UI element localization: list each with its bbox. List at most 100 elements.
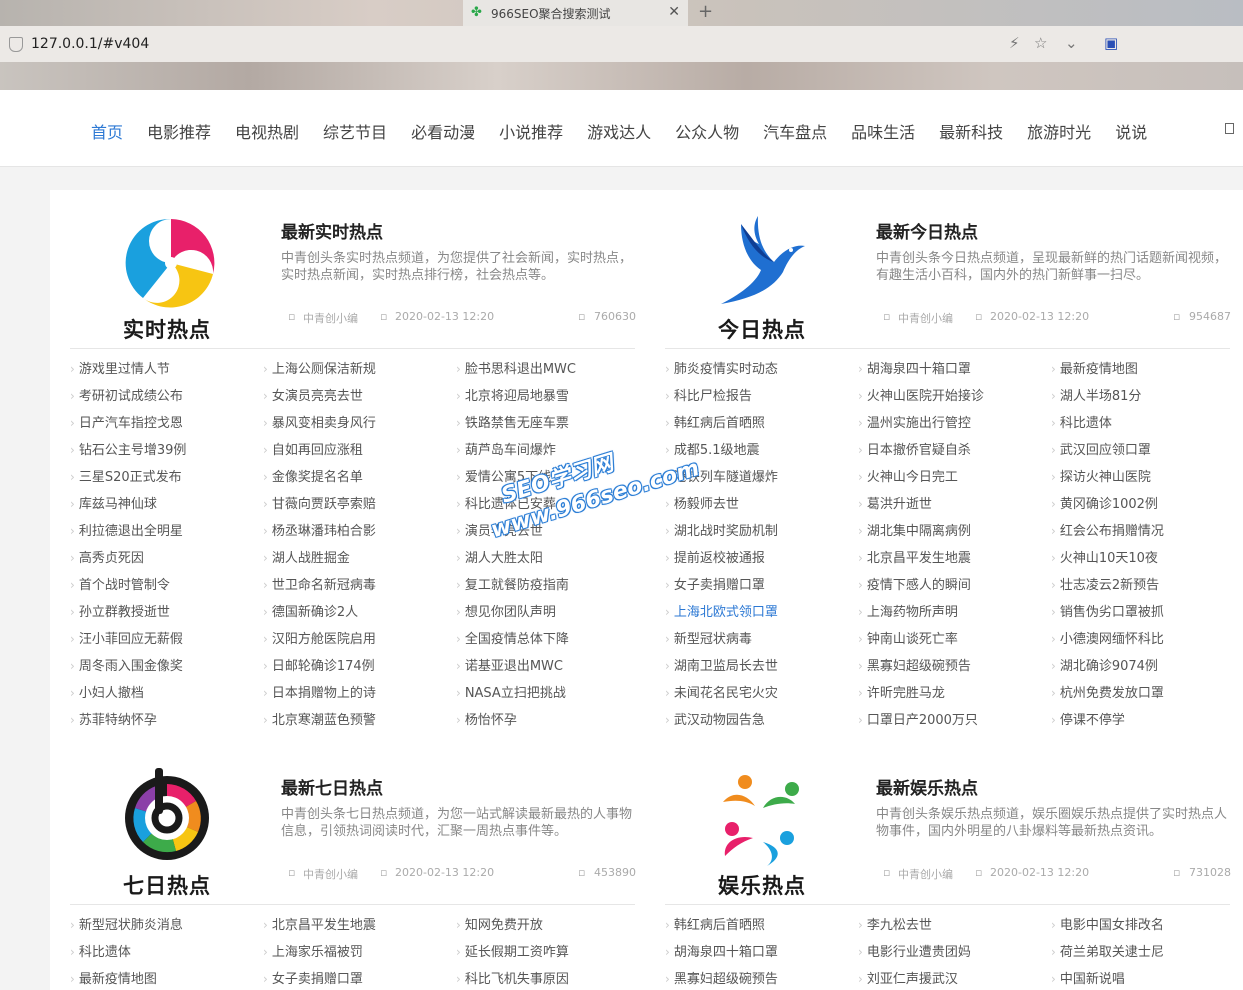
hot-link[interactable]: 自如再回应涨租	[263, 439, 363, 458]
hot-link[interactable]: 上海药物所声明	[858, 601, 958, 620]
hot-link[interactable]: 上海家乐福被罚	[263, 941, 363, 960]
hot-link[interactable]: 许昕完胜马龙	[858, 682, 945, 701]
nav-item-travel[interactable]: 旅游时光	[1027, 119, 1091, 143]
hot-link[interactable]: 苏菲特纳怀孕	[70, 709, 157, 728]
hot-link[interactable]: 高秀贞死因	[70, 547, 144, 566]
hot-link[interactable]: 湖北确诊9074例	[1051, 655, 1158, 674]
realtime-logo[interactable]: 实时热点	[50, 190, 260, 342]
hot-link[interactable]: 电影中国女排改名	[1051, 914, 1164, 933]
nav-item-home[interactable]: 首页	[91, 119, 123, 143]
hot-link[interactable]: 诺基亚退出MWC	[456, 655, 563, 674]
hot-link[interactable]: 火神山10天10夜	[1051, 547, 1158, 566]
hot-link[interactable]: 口罩日产2000万只	[858, 709, 978, 728]
nav-item-games[interactable]: 游戏达人	[587, 119, 651, 143]
today-logo[interactable]: 今日热点	[645, 190, 855, 342]
hot-link[interactable]: 游戏里过情人节	[70, 358, 170, 377]
hot-link[interactable]: 周冬雨入围金像奖	[70, 655, 183, 674]
hot-link[interactable]: 汉阳方舱医院启用	[263, 628, 376, 647]
hot-link[interactable]: 刘亚仁声援武汉	[858, 968, 958, 987]
hot-link[interactable]: 武汉动物园告急	[665, 709, 765, 728]
block-title[interactable]: 最新七日热点	[281, 774, 383, 799]
hot-link[interactable]: 胡海泉四十箱口罩	[665, 941, 778, 960]
hot-link[interactable]: 小德澳网缅怀科比	[1051, 628, 1164, 647]
hot-link[interactable]: 考研初试成绩公布	[70, 385, 183, 404]
nav-item-tech[interactable]: 最新科技	[939, 119, 1003, 143]
hot-link[interactable]: 德国新确诊2人	[263, 601, 358, 620]
browser-tab[interactable]: ✤ 966SEO聚合搜索测试 ✕	[463, 0, 688, 26]
paw-icon[interactable]: ▣	[1104, 34, 1118, 52]
hot-link[interactable]: 湖人战胜掘金	[263, 547, 350, 566]
hot-link[interactable]: 探访火神山医院	[1051, 466, 1151, 485]
hot-link[interactable]: 科比遗体	[70, 941, 131, 960]
hot-link[interactable]: 北京寒潮蓝色预警	[263, 709, 376, 728]
hot-link[interactable]: 钻石公主号增39例	[70, 439, 187, 458]
hot-link[interactable]: 利拉德退出全明星	[70, 520, 183, 539]
hot-link[interactable]: 汪小菲回应无薪假	[70, 628, 183, 647]
hot-link[interactable]: 黄冈确诊1002例	[1051, 493, 1158, 512]
hot-link[interactable]: 甘薇向贾跃亭索赔	[263, 493, 376, 512]
hot-link[interactable]: 韩红病后首晒照	[665, 914, 765, 933]
hot-link[interactable]: 湖北集中隔离病例	[858, 520, 971, 539]
hot-link[interactable]: 提前返校被通报	[665, 547, 765, 566]
hot-link[interactable]: 暴风变相卖身风行	[263, 412, 376, 431]
hot-link[interactable]: 上海北欧式领口罩	[665, 601, 778, 620]
hot-link[interactable]: 疫情下感人的瞬间	[858, 574, 971, 593]
hot-link[interactable]: 想见你团队声明	[456, 601, 556, 620]
hot-link[interactable]: 北京昌平发生地震	[263, 914, 376, 933]
nav-item-novels[interactable]: 小说推荐	[499, 119, 563, 143]
nav-item-anime[interactable]: 必看动漫	[411, 119, 475, 143]
hot-link[interactable]: 钟南山谈死亡率	[858, 628, 958, 647]
entertainment-logo[interactable]: 娱乐热点	[645, 746, 855, 898]
hot-link[interactable]: 库兹马神仙球	[70, 493, 157, 512]
hot-link[interactable]: 孙立群教授逝世	[70, 601, 170, 620]
nav-item-posts[interactable]: 说说	[1115, 119, 1147, 143]
block-title[interactable]: 最新今日热点	[876, 218, 978, 243]
hot-link[interactable]: 日产汽车指控戈恩	[70, 412, 183, 431]
hot-link[interactable]: 未闻花名民宅火灾	[665, 682, 778, 701]
nav-item-movies[interactable]: 电影推荐	[147, 119, 211, 143]
close-tab-icon[interactable]: ✕	[668, 4, 680, 20]
lightning-icon[interactable]: ⚡	[1009, 34, 1020, 52]
hot-link[interactable]: 金像奖提名名单	[263, 466, 363, 485]
hot-link[interactable]: 铁路禁售无座车票	[456, 412, 569, 431]
hot-link[interactable]: 科比尸检报告	[665, 385, 752, 404]
hot-link[interactable]: 停课不停学	[1051, 709, 1125, 728]
hot-link[interactable]: 全国疫情总体下降	[456, 628, 569, 647]
hot-link[interactable]: 上海公厕保洁新规	[263, 358, 376, 377]
nav-item-tv[interactable]: 电视热剧	[235, 119, 299, 143]
hot-link[interactable]: 肺炎疫情实时动态	[665, 358, 778, 377]
nav-item-people[interactable]: 公众人物	[675, 119, 739, 143]
hot-link[interactable]: 销售伪劣口罩被抓	[1051, 601, 1164, 620]
block-title[interactable]: 最新实时热点	[281, 218, 383, 243]
hot-link[interactable]: 小妇人撤档	[70, 682, 144, 701]
hot-link[interactable]: 红会公布捐赠情况	[1051, 520, 1164, 539]
new-tab-icon[interactable]: +	[698, 1, 713, 22]
hot-link[interactable]: 黑寡妇超级碗预告	[858, 655, 971, 674]
hot-link[interactable]: 杨丞琳潘玮柏合影	[263, 520, 376, 539]
hot-link[interactable]: 杨怡怀孕	[456, 709, 517, 728]
hot-link[interactable]: 武汉回应领口罩	[1051, 439, 1151, 458]
hot-link[interactable]: 湖人半场81分	[1051, 385, 1142, 404]
hot-link[interactable]: 李九松去世	[858, 914, 932, 933]
hot-link[interactable]: 新型冠状病毒	[665, 628, 752, 647]
hot-link[interactable]: 女子卖捐赠口罩	[263, 968, 363, 987]
menu-icon[interactable]	[1225, 123, 1234, 134]
hot-link[interactable]: 荷兰弟取关逮士尼	[1051, 941, 1164, 960]
hot-link[interactable]: 科比遗体	[1051, 412, 1112, 431]
sevenday-logo[interactable]: 七日热点	[50, 746, 260, 898]
hot-link[interactable]: 温州实施出行管控	[858, 412, 971, 431]
hot-link[interactable]: 知网免费开放	[456, 914, 543, 933]
nav-item-cars[interactable]: 汽车盘点	[763, 119, 827, 143]
hot-link[interactable]: 首个战时管制令	[70, 574, 170, 593]
hot-link[interactable]: 黑寡妇超级碗预告	[665, 968, 778, 987]
nav-item-life[interactable]: 品味生活	[851, 119, 915, 143]
hot-link[interactable]: 三星S20正式发布	[70, 466, 182, 485]
hot-link[interactable]: 杭州免费发放口罩	[1051, 682, 1164, 701]
star-icon[interactable]: ☆	[1034, 34, 1047, 52]
hot-link[interactable]: 北京昌平发生地震	[858, 547, 971, 566]
hot-link[interactable]: 延长假期工资咋算	[456, 941, 569, 960]
hot-link[interactable]: 新型冠状肺炎消息	[70, 914, 183, 933]
hot-link[interactable]: 湖南卫监局长去世	[665, 655, 778, 674]
hot-link[interactable]: 日本撤侨官疑自杀	[858, 439, 971, 458]
block-title[interactable]: 最新娱乐热点	[876, 774, 978, 799]
